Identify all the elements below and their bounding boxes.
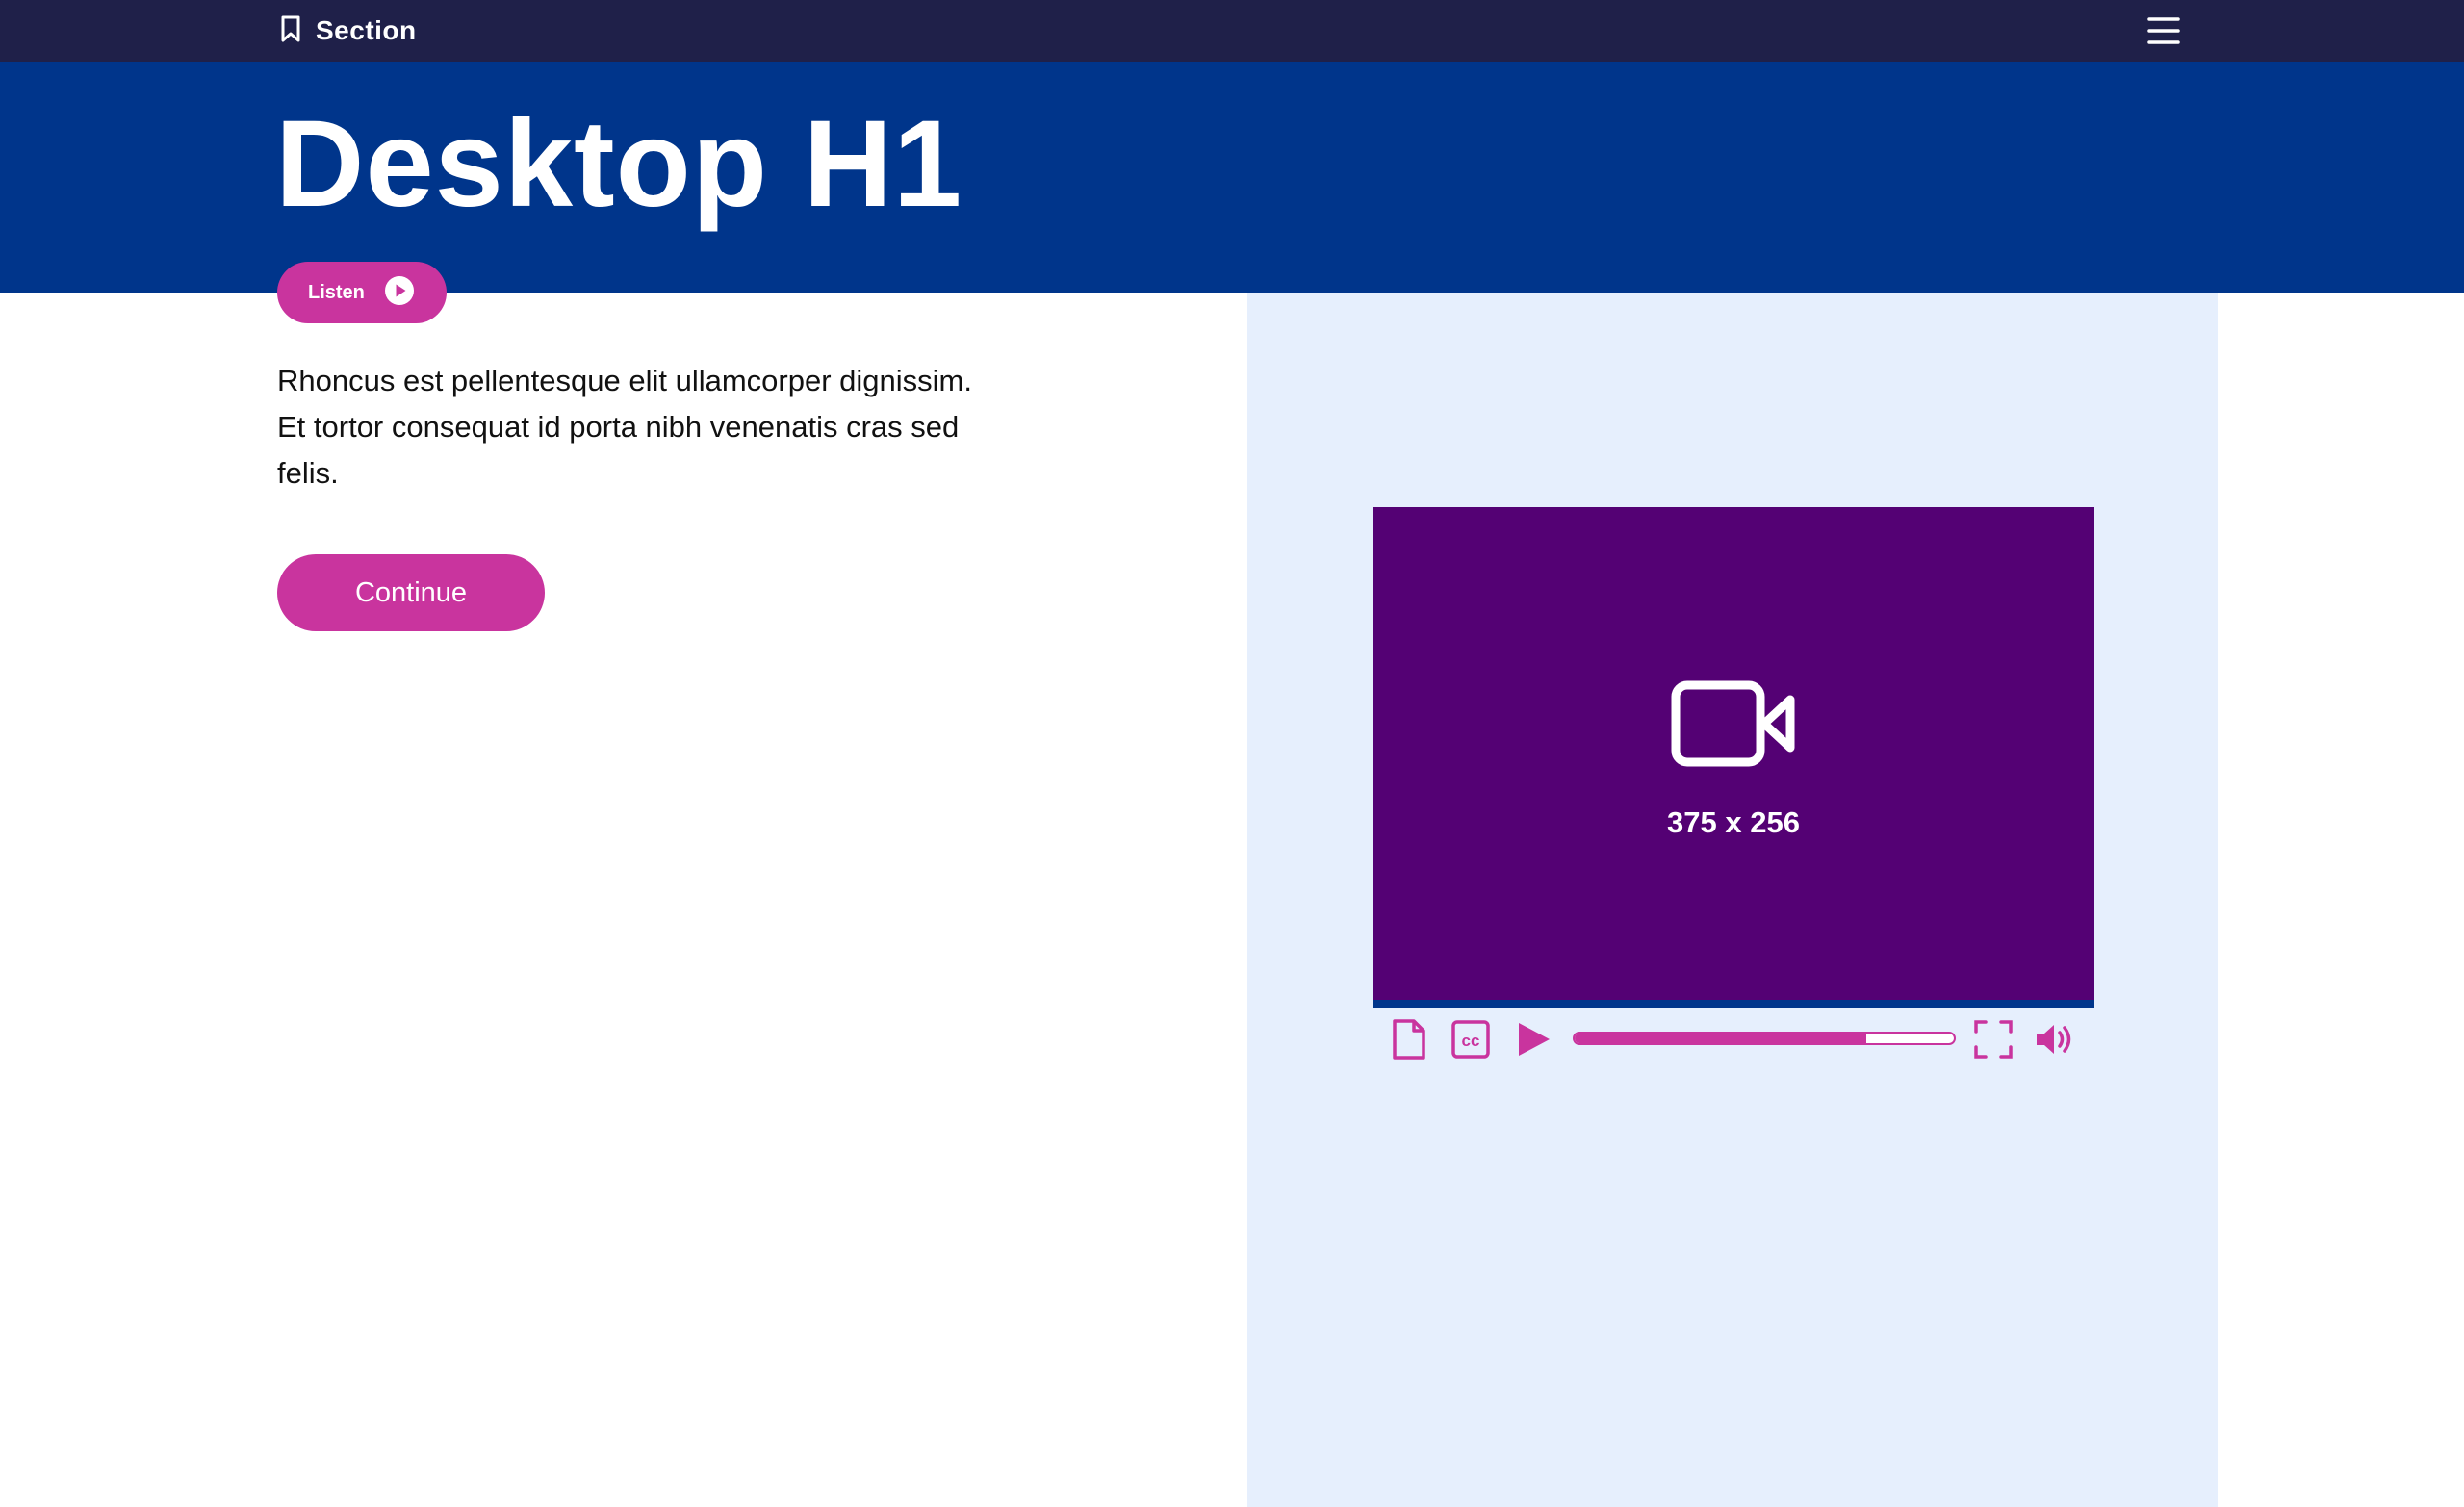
video-camera-icon <box>1671 680 1796 767</box>
video-progress-fill <box>1575 1034 1867 1043</box>
body-text: Rhoncus est pellentesque elit ullamcorpe… <box>277 364 972 490</box>
hero-banner: Desktop H1 <box>0 62 2464 293</box>
play-icon[interactable] <box>1517 1021 1552 1058</box>
volume-icon[interactable] <box>2035 1021 2075 1058</box>
bookmark-icon <box>277 13 304 49</box>
section-label: Section <box>316 15 417 45</box>
play-circle-icon <box>384 275 415 311</box>
svg-text:cc: cc <box>1462 1032 1480 1050</box>
video-player[interactable]: 375 x 256 <box>1373 507 2094 1008</box>
listen-button[interactable]: Listen <box>277 262 447 323</box>
fullscreen-icon[interactable] <box>1973 1019 2014 1060</box>
video-controls: cc <box>1373 1008 2094 1071</box>
hamburger-menu-icon <box>2146 17 2181 51</box>
video-progress-bar[interactable] <box>1573 1032 1956 1045</box>
listen-label: Listen <box>308 281 365 303</box>
video-dimensions-label: 375 x 256 <box>1667 805 1800 839</box>
top-navigation-bar: Section <box>0 0 2464 62</box>
continue-button[interactable]: Continue <box>277 554 545 631</box>
page-title: Desktop H1 <box>275 95 963 233</box>
section-link[interactable]: Section <box>277 13 417 48</box>
menu-button[interactable] <box>2146 14 2181 47</box>
transcript-icon[interactable] <box>1392 1018 1426 1060</box>
closed-captions-icon[interactable]: cc <box>1451 1020 1490 1059</box>
video-bottom-edge <box>1373 1000 2094 1008</box>
